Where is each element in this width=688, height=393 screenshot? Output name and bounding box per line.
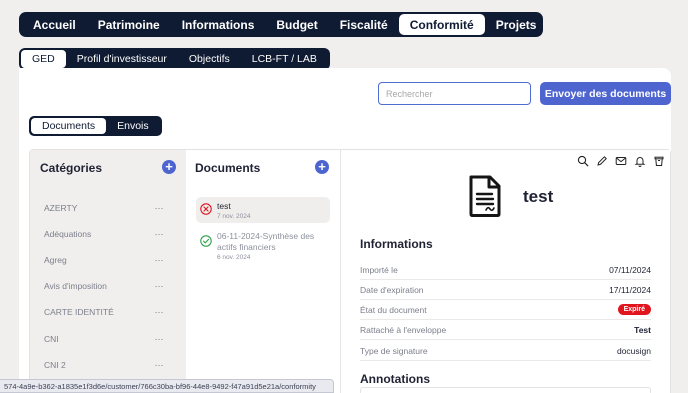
category-item[interactable]: Avis d'imposition ⋯ <box>44 278 164 294</box>
bell-icon[interactable] <box>634 154 646 167</box>
annotations-title: Annotations <box>360 372 430 386</box>
info-label: Importé le <box>360 264 398 275</box>
document-date: 6 nov. 2024 <box>217 254 251 261</box>
main-nav: Accueil Patrimoine Informations Budget F… <box>19 12 543 37</box>
document-name: test <box>217 201 231 211</box>
more-icon[interactable]: ⋯ <box>155 229 165 240</box>
toggle-envois[interactable]: Envois <box>106 118 160 134</box>
sub-nav: GED Profil d'investisseur Objectifs LCB-… <box>19 48 330 70</box>
info-row-signature: Type de signature docusign <box>360 341 651 361</box>
more-icon[interactable]: ⋯ <box>155 203 165 214</box>
view-toggle: Documents Envois <box>29 116 162 136</box>
info-row-expiration: Date d'expiration 17/11/2024 <box>360 280 651 300</box>
more-icon[interactable]: ⋯ <box>155 281 165 292</box>
subtab-lcb-ft[interactable]: LCB-FT / LAB <box>241 50 328 68</box>
category-item[interactable]: CARTE IDENTITÉ ⋯ <box>44 304 164 320</box>
info-value: Test <box>634 324 651 335</box>
document-title: test <box>523 187 554 206</box>
mail-icon[interactable] <box>615 154 627 166</box>
document-item[interactable]: 06-11-2024-Synthèse des actifs financier… <box>196 227 330 264</box>
status-url: 574-4a9e-b362-a1835e1f3d6e/customer/766c… <box>0 379 334 393</box>
trash-icon[interactable] <box>653 154 665 166</box>
tab-projets[interactable]: Projets <box>485 14 548 35</box>
tab-conformite[interactable]: Conformité <box>398 14 485 35</box>
document-icon <box>469 175 501 217</box>
send-documents-button[interactable]: Envoyer des documents <box>540 82 671 105</box>
category-label: Agreg <box>44 255 67 265</box>
add-document-button[interactable]: + <box>315 160 329 174</box>
search-icon[interactable] <box>577 154 589 167</box>
info-value: 07/11/2024 <box>609 264 651 275</box>
detail-toolbar <box>577 154 667 167</box>
annotations-box[interactable] <box>360 387 651 393</box>
documents-column: Documents + test 7 nov. 2024 06-11-2024-… <box>186 150 341 393</box>
category-label: AZERTY <box>44 203 78 213</box>
document-name: 06-11-2024-Synthèse des actifs financier… <box>217 231 315 252</box>
category-label: Avis d'imposition <box>44 281 107 291</box>
category-item[interactable]: AZERTY ⋯ <box>44 200 164 216</box>
category-label: CNI 2 <box>44 360 66 370</box>
category-label: CNI <box>44 334 59 344</box>
category-item[interactable]: CNI ⋯ <box>44 331 164 347</box>
toggle-documents[interactable]: Documents <box>31 118 107 134</box>
info-row-envelope: Rattaché à l'enveloppe Test <box>360 320 651 340</box>
info-label: Type de signature <box>360 345 428 356</box>
info-value: 17/11/2024 <box>609 284 651 295</box>
informations-title: Informations <box>360 237 433 251</box>
category-item[interactable]: CNI 2 ⋯ <box>44 357 164 373</box>
more-icon[interactable]: ⋯ <box>155 334 165 345</box>
tab-fiscalite[interactable]: Fiscalité <box>329 14 399 35</box>
info-label: Rattaché à l'enveloppe <box>360 324 447 335</box>
subtab-ged[interactable]: GED <box>21 50 66 68</box>
category-label: Adéquations <box>44 229 92 239</box>
document-item[interactable]: test 7 nov. 2024 <box>196 197 330 223</box>
subtab-objectifs[interactable]: Objectifs <box>178 50 241 68</box>
subtab-profil-investisseur[interactable]: Profil d'investisseur <box>66 50 178 68</box>
info-value: docusign <box>616 345 651 356</box>
info-row-status: État du document Expiré <box>360 300 651 320</box>
edit-icon[interactable] <box>596 154 608 166</box>
info-label: État du document <box>360 304 427 315</box>
add-category-button[interactable]: + <box>162 160 176 174</box>
more-icon[interactable]: ⋯ <box>155 307 165 318</box>
tab-accueil[interactable]: Accueil <box>22 14 87 35</box>
category-item[interactable]: Agreg ⋯ <box>44 252 164 268</box>
more-icon[interactable]: ⋯ <box>155 255 165 266</box>
error-icon <box>200 203 212 215</box>
check-icon <box>200 235 212 247</box>
tab-budget[interactable]: Budget <box>265 14 328 35</box>
info-label: Date d'expiration <box>360 284 424 295</box>
categories-title: Catégories <box>40 161 103 175</box>
info-row-imported: Importé le 07/11/2024 <box>360 260 651 280</box>
category-label: CARTE IDENTITÉ <box>44 307 114 317</box>
status-badge: Expiré <box>617 304 651 315</box>
category-item[interactable]: Adéquations ⋯ <box>44 226 164 242</box>
tab-informations[interactable]: Informations <box>171 14 266 35</box>
tab-patrimoine[interactable]: Patrimoine <box>87 14 171 35</box>
search-input[interactable] <box>378 82 531 105</box>
categories-column: Catégories + AZERTY ⋯ Adéquations ⋯ Agre… <box>30 150 186 393</box>
more-icon[interactable]: ⋯ <box>155 360 165 371</box>
documents-title: Documents <box>195 161 261 175</box>
document-date: 7 nov. 2024 <box>217 213 251 220</box>
